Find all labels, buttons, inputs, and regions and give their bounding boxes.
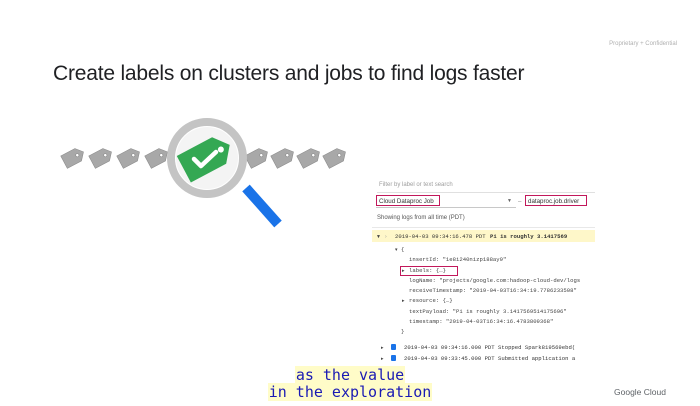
time-range-label: Showing logs from all time (PDT) bbox=[377, 215, 465, 221]
subtitle-line-1: as the value bbox=[294, 366, 406, 384]
divider bbox=[372, 227, 595, 228]
log-entry-text: Stopped Spark819569ebd( bbox=[498, 344, 576, 351]
log-entry-time: 2019-04-03 09:34:16.478 PDT bbox=[395, 233, 486, 240]
field-resource[interactable]: resource: {…} bbox=[409, 297, 453, 304]
json-open-brace: { bbox=[401, 246, 405, 253]
log-entry-text: Submitted application a bbox=[498, 355, 576, 362]
field-textpayload: textPayload: "Pi is roughly 3.1417569514… bbox=[409, 308, 567, 315]
dash-icon: – bbox=[518, 198, 522, 205]
chevron-icon: › bbox=[385, 234, 387, 240]
json-close-brace: } bbox=[401, 328, 405, 335]
log-name-select-value: dataproc.job.driver bbox=[525, 195, 587, 206]
info-severity-icon bbox=[391, 355, 396, 361]
resource-select-value: Cloud Dataproc Job bbox=[376, 195, 440, 206]
log-name-select[interactable]: – dataproc.job.driver bbox=[518, 195, 595, 207]
google-cloud-logo: Google Cloud bbox=[614, 387, 666, 397]
field-labels[interactable]: labels: {…} bbox=[409, 267, 446, 274]
expand-resource-icon[interactable]: ▸ bbox=[402, 298, 405, 304]
subtitle-line-2: in the exploration bbox=[267, 383, 433, 401]
magnifier-icon bbox=[167, 118, 282, 228]
log-entry-time: 2019-04-03 09:34:16.000 PDT bbox=[404, 344, 495, 351]
collapse-icon[interactable]: ▾ bbox=[395, 247, 398, 253]
resource-select[interactable]: Cloud Dataproc Job ▼ bbox=[376, 195, 516, 208]
expand-collapse-icon[interactable]: ▼ bbox=[376, 234, 381, 240]
log-entry-text: Pi is roughly 3.1417569 bbox=[490, 233, 568, 240]
log-entry-time: 2019-04-03 09:33:45.000 PDT bbox=[404, 355, 495, 362]
field-timestamp: timestamp: "2019-04-03T16:34:16.47838093… bbox=[409, 318, 554, 325]
confidential-label: Proprietary + Confidential bbox=[609, 41, 677, 47]
slide-title: Create labels on clusters and jobs to fi… bbox=[53, 62, 525, 85]
tags-magnifier-illustration bbox=[60, 118, 350, 228]
expand-row-icon[interactable]: ▸ bbox=[381, 356, 384, 362]
log-filter-input[interactable]: Filter by label or text search bbox=[377, 178, 595, 193]
expand-labels-icon[interactable]: ▸ bbox=[402, 268, 405, 274]
field-logname: logName: "projects/google.com:hadoop-clo… bbox=[409, 277, 581, 284]
field-insertid: insertId: "1e8i240nizp188ay9" bbox=[409, 256, 507, 263]
field-receive-timestamp: receiveTimestamp: "2019-04-03T16:34:19.7… bbox=[409, 287, 577, 294]
info-severity-icon bbox=[391, 344, 396, 350]
expand-row-icon[interactable]: ▸ bbox=[381, 345, 384, 351]
log-viewer-panel: Filter by label or text search Cloud Dat… bbox=[372, 175, 595, 375]
dropdown-arrow-icon: ▼ bbox=[507, 198, 512, 204]
